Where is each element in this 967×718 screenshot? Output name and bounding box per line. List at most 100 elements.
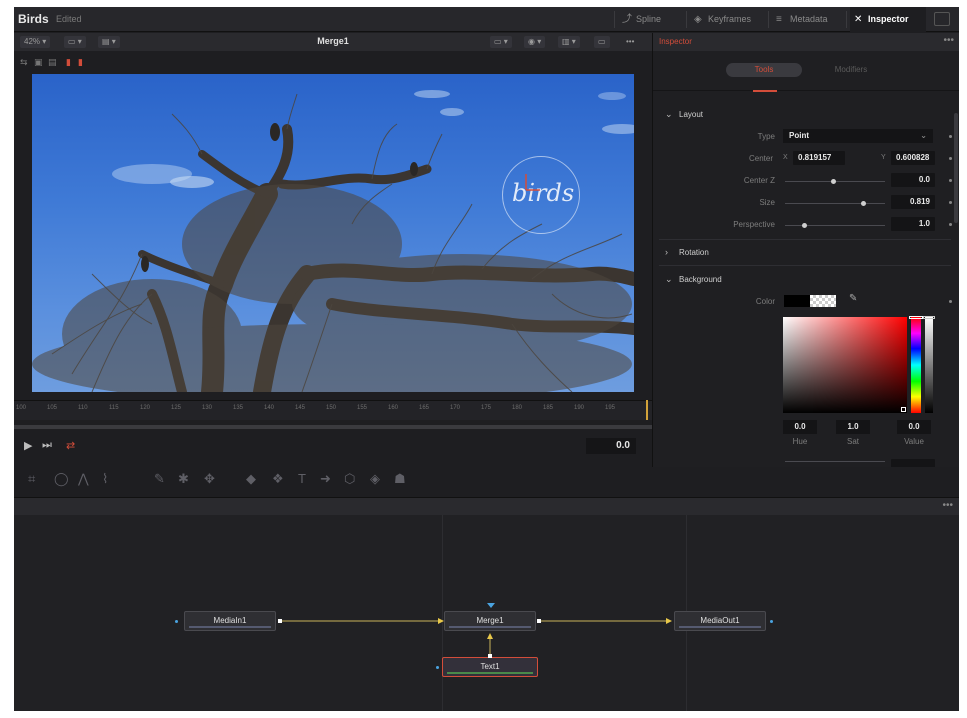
keyframe-dot[interactable] xyxy=(949,300,952,303)
channel-dropdown[interactable]: ◉ ▾ xyxy=(524,36,546,48)
metadata-icon: ≡ xyxy=(776,14,782,25)
center-crosshair-icon[interactable] xyxy=(522,174,542,194)
stereo-button[interactable]: ▭ xyxy=(594,36,610,48)
type-dropdown[interactable]: Point ⌄ xyxy=(783,129,933,143)
ruler-tick: 190 xyxy=(574,405,585,411)
inspector-scrollbar[interactable] xyxy=(954,113,958,223)
shape-tool-icon[interactable]: ◆ xyxy=(246,471,256,487)
particle-tool-icon[interactable]: ✱ xyxy=(178,471,189,487)
node-merge[interactable]: Merge1 xyxy=(444,611,536,631)
timeline-ruler[interactable]: 100 105 110 115 120 125 130 135 140 145 … xyxy=(14,400,652,420)
section-layout[interactable]: ⌄ Layout xyxy=(653,105,953,125)
ruler-tick: 195 xyxy=(605,405,616,411)
color-picker-handle[interactable] xyxy=(901,407,906,412)
viewer-more-icon[interactable]: ••• xyxy=(622,36,638,48)
center-x-field[interactable]: 0.819157 xyxy=(793,151,845,165)
tab-metadata[interactable]: ≡ Metadata xyxy=(772,7,844,32)
sat-label: Sat xyxy=(846,437,859,446)
hue-slider-handle[interactable] xyxy=(909,316,923,319)
renderer-tool-icon[interactable]: ☗ xyxy=(394,471,406,487)
polygon-tool-icon[interactable]: ⋀ xyxy=(78,471,89,487)
alpha-slider-handle[interactable] xyxy=(923,316,935,319)
alpha-swatch[interactable] xyxy=(810,295,836,307)
keyframe-dot[interactable] xyxy=(949,201,952,204)
size-slider-track[interactable] xyxy=(785,203,885,204)
fit-icon[interactable]: ▤ xyxy=(48,57,57,68)
center-z-field[interactable]: 0.0 xyxy=(891,173,935,187)
playhead[interactable] xyxy=(646,400,648,420)
node-output-port[interactable] xyxy=(770,620,773,623)
cutoff-field[interactable] xyxy=(891,459,935,467)
blur-tool-icon[interactable]: ❖ xyxy=(272,471,284,487)
section-rotation[interactable]: › Rotation xyxy=(653,243,953,263)
right-marker-icon[interactable]: ▮ xyxy=(78,57,83,68)
node-editor-more-icon[interactable]: ••• xyxy=(942,500,953,511)
tab-keyframes[interactable]: ◈ Keyframes xyxy=(690,7,766,32)
tab-spline[interactable]: ⤴ Spline xyxy=(618,7,684,32)
paint-tool-icon[interactable]: ✎ xyxy=(154,471,165,487)
center-y-field[interactable]: 0.600828 xyxy=(891,151,935,165)
ruler-tick: 120 xyxy=(140,405,151,411)
cube-tool-icon[interactable]: ⬡ xyxy=(344,471,355,487)
center-z-slider-knob[interactable] xyxy=(831,179,836,184)
merge-tool-icon[interactable]: ➜ xyxy=(320,471,331,487)
tab-keyframes-label: Keyframes xyxy=(708,14,752,24)
separator xyxy=(768,11,769,28)
viewer-subtoolbar: ⇆ ▣ ▤ ▮ ▮ xyxy=(14,51,652,73)
size-field[interactable]: 0.819 xyxy=(891,195,935,209)
separator xyxy=(846,11,847,28)
node-output-port[interactable] xyxy=(537,619,541,623)
roi-dropdown[interactable]: ▭ ▾ xyxy=(490,36,512,48)
time-display[interactable]: 0.0 xyxy=(586,438,636,454)
left-marker-icon[interactable]: ▮ xyxy=(66,57,71,68)
viewer-image[interactable]: birds xyxy=(32,74,634,392)
keyframe-dot[interactable] xyxy=(949,135,952,138)
loop-icon[interactable]: ⇄ xyxy=(66,439,75,452)
node-text[interactable]: Text1 xyxy=(442,657,538,677)
tab-tools[interactable]: Tools xyxy=(726,63,802,77)
section-background[interactable]: ⌄ Background xyxy=(653,270,953,290)
node-output-port[interactable] xyxy=(488,654,492,658)
ellipse-tool-icon[interactable]: ◯ xyxy=(54,471,69,487)
node-input-port[interactable] xyxy=(175,620,178,623)
node-editor[interactable]: MediaIn1 Merge1 MediaOut1 Text1 xyxy=(14,515,959,711)
keyframe-dot[interactable] xyxy=(949,179,952,182)
tab-modifiers[interactable]: Modifiers xyxy=(813,63,889,77)
node-mediaout[interactable]: MediaOut1 xyxy=(674,611,766,631)
camera-tool-icon[interactable]: ◈ xyxy=(370,471,380,487)
transform-tool-icon[interactable]: ✥ xyxy=(204,471,215,487)
scrub-bar[interactable] xyxy=(14,425,652,429)
perspective-field[interactable]: 1.0 xyxy=(891,217,935,231)
hue-slider[interactable] xyxy=(911,317,921,413)
node-mask-port[interactable] xyxy=(487,603,495,608)
clip-icon[interactable]: ▣ xyxy=(34,57,43,68)
perspective-slider-knob[interactable] xyxy=(802,223,807,228)
size-slider-knob[interactable] xyxy=(861,201,866,206)
ruler-tick: 135 xyxy=(233,405,244,411)
inspector-more-icon[interactable]: ••• xyxy=(943,35,954,46)
bspline-tool-icon[interactable]: ⌇ xyxy=(102,471,108,487)
node-input-port[interactable] xyxy=(436,666,439,669)
alpha-slider[interactable] xyxy=(925,317,933,413)
color-swatch[interactable] xyxy=(784,295,810,307)
color-picker-field[interactable] xyxy=(783,317,907,413)
node-mediain[interactable]: MediaIn1 xyxy=(184,611,276,631)
link-icon[interactable]: ⇆ xyxy=(20,57,28,68)
crop-tool-icon[interactable]: ⌗ xyxy=(28,471,35,487)
keyframe-dot[interactable] xyxy=(949,223,952,226)
window-button[interactable] xyxy=(934,12,950,26)
project-title: Birds xyxy=(18,12,49,26)
text-tool-icon[interactable]: T xyxy=(298,471,306,486)
eyedropper-icon[interactable]: ✎ xyxy=(849,293,857,304)
tab-inspector[interactable]: ✕ Inspector xyxy=(850,7,926,32)
keyframe-dot[interactable] xyxy=(949,157,952,160)
sat-field[interactable]: 1.0 xyxy=(836,420,870,434)
skip-end-icon[interactable]: ⏭ xyxy=(42,439,52,452)
perspective-slider-track[interactable] xyxy=(785,225,885,226)
value-field[interactable]: 0.0 xyxy=(897,420,931,434)
cutoff-slider-track[interactable] xyxy=(785,461,885,462)
lut-dropdown[interactable]: ▥ ▾ xyxy=(558,36,580,48)
play-icon[interactable]: ▶ xyxy=(24,439,32,452)
hue-field[interactable]: 0.0 xyxy=(783,420,817,434)
node-output-port[interactable] xyxy=(278,619,282,623)
